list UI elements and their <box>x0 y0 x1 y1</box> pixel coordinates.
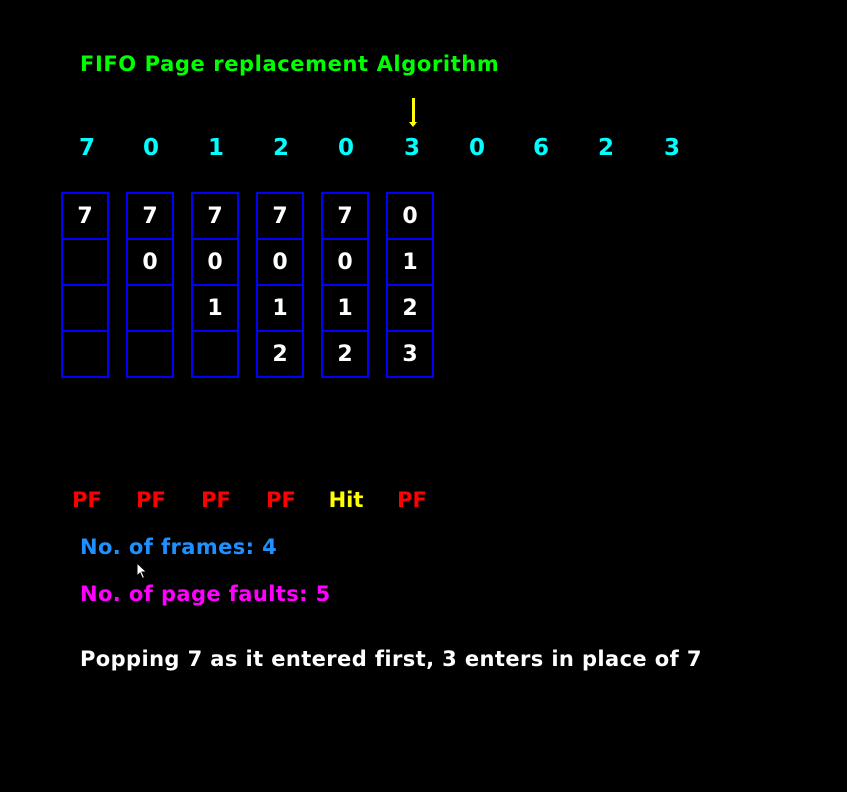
frame-cell: 0 <box>256 238 304 286</box>
reference-digit: 3 <box>403 135 420 161</box>
frame-cell: 7 <box>191 192 239 240</box>
frame-cell: 7 <box>256 192 304 240</box>
frame-cell: 0 <box>191 238 239 286</box>
frame-cell <box>126 284 174 332</box>
frame-column: 0123 <box>386 192 434 378</box>
frame-column: 701 <box>191 192 239 378</box>
frame-cell <box>61 330 109 378</box>
status-message: Popping 7 as it entered first, 3 enters … <box>80 647 702 671</box>
frame-cell: 7 <box>61 192 109 240</box>
reference-digit: 1 <box>207 135 224 161</box>
frame-cell <box>126 330 174 378</box>
frame-cell: 0 <box>386 192 434 240</box>
hit-label: Hit <box>328 488 364 512</box>
frame-column: 70 <box>126 192 174 378</box>
frame-cell <box>191 330 239 378</box>
reference-digit: 6 <box>532 135 549 161</box>
page-fault-label: PF <box>266 488 296 512</box>
frames-count: No. of frames: 4 <box>80 535 278 559</box>
frame-column: 7012 <box>321 192 369 378</box>
frame-cell: 0 <box>321 238 369 286</box>
frame-cell: 1 <box>191 284 239 332</box>
page-faults-count: No. of page faults: 5 <box>80 582 331 606</box>
reference-digit: 2 <box>597 135 614 161</box>
frame-cell: 1 <box>386 238 434 286</box>
reference-digit: 2 <box>272 135 289 161</box>
frame-cell: 2 <box>256 330 304 378</box>
frame-cell <box>61 238 109 286</box>
frame-cell: 7 <box>126 192 174 240</box>
frame-cell: 2 <box>321 330 369 378</box>
reference-digit: 0 <box>337 135 354 161</box>
frame-cell: 1 <box>256 284 304 332</box>
mouse-cursor-icon <box>136 561 148 580</box>
reference-digit: 7 <box>78 135 95 161</box>
reference-digit: 3 <box>663 135 680 161</box>
frame-cell: 7 <box>321 192 369 240</box>
frame-column: 7 <box>61 192 109 378</box>
title: FIFO Page replacement Algorithm <box>80 52 500 76</box>
frame-cell: 1 <box>321 284 369 332</box>
frame-cell: 0 <box>126 238 174 286</box>
frame-cell <box>61 284 109 332</box>
frame-cell: 3 <box>386 330 434 378</box>
frame-column: 7012 <box>256 192 304 378</box>
page-fault-label: PF <box>136 488 166 512</box>
reference-digit: 0 <box>142 135 159 161</box>
pointer-arrow-icon <box>409 98 417 128</box>
page-fault-label: PF <box>72 488 102 512</box>
page-fault-label: PF <box>201 488 231 512</box>
frame-cell: 2 <box>386 284 434 332</box>
page-fault-label: PF <box>397 488 427 512</box>
reference-digit: 0 <box>468 135 485 161</box>
